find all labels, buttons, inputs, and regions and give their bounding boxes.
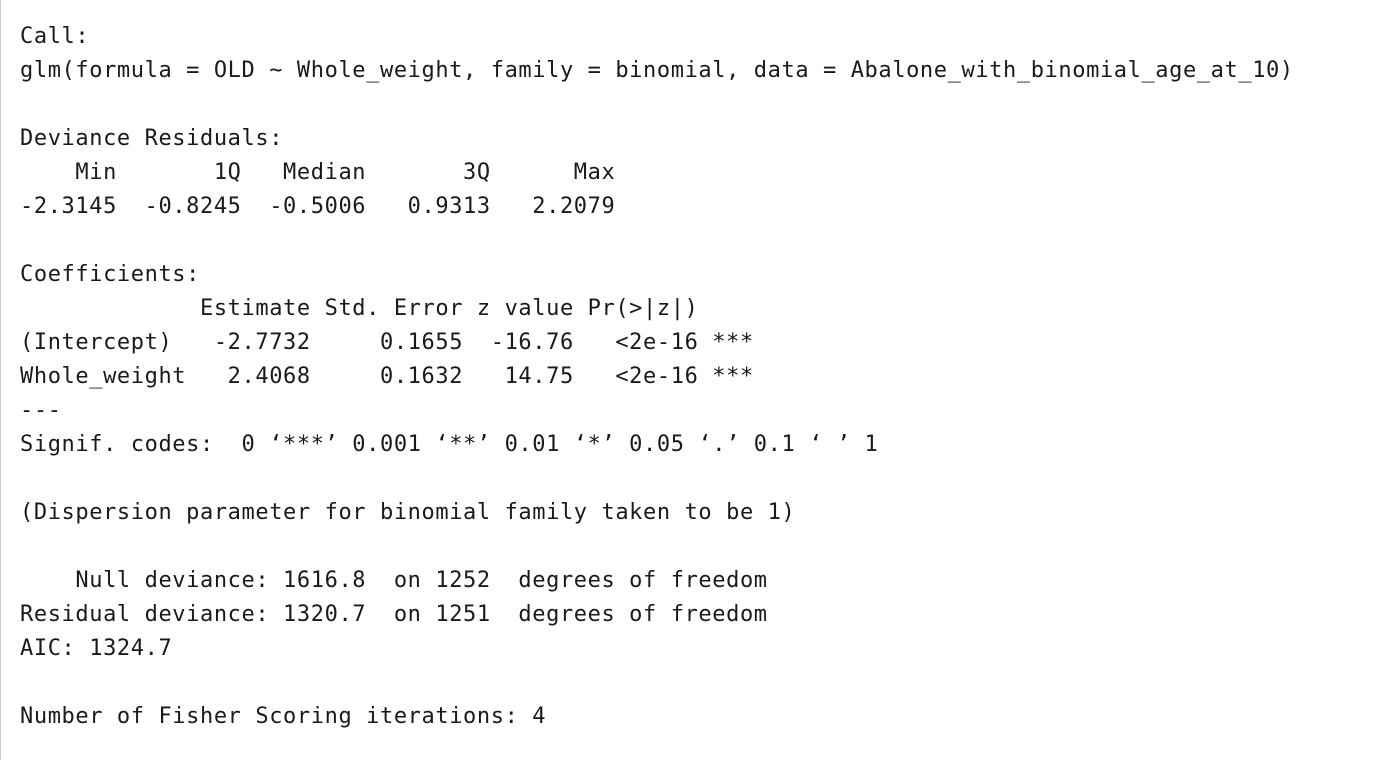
aic-value: AIC: 1324.7 [20, 636, 173, 661]
coefficients-column-headers: Estimate Std. Error z value Pr(>|z|) [20, 296, 754, 321]
signif-codes: Signif. codes: 0 ‘***’ 0.001 ‘**’ 0.01 ‘… [20, 432, 879, 457]
residual-deviance: Residual deviance: 1320.7 on 1251 degree… [20, 602, 768, 627]
r-console-output-panel: Call: glm(formula = OLD ~ Whole_weight, f… [0, 0, 1400, 760]
deviance-residuals-header: Deviance Residuals: [20, 126, 297, 151]
fisher-scoring-iterations: Number of Fisher Scoring iterations: 4 [20, 704, 547, 729]
deviance-residuals-values: -2.3145 -0.8245 -0.5006 0.9313 2.2079 [20, 194, 644, 219]
deviance-residuals-labels: Min 1Q Median 3Q Max [20, 160, 644, 185]
null-deviance: Null deviance: 1616.8 on 1252 degrees of… [20, 568, 768, 593]
coefficients-row-intercept: (Intercept) -2.7732 0.1655 -16.76 <2e-16… [20, 330, 754, 355]
call-formula: glm(formula = OLD ~ Whole_weight, family… [20, 58, 1294, 83]
coefficients-header: Coefficients: [20, 262, 200, 287]
separator-line: --- [20, 398, 62, 423]
glm-summary-output: Call: glm(formula = OLD ~ Whole_weight, f… [20, 20, 1294, 734]
coefficients-row-whole-weight: Whole_weight 2.4068 0.1632 14.75 <2e-16 … [20, 364, 754, 389]
dispersion-note: (Dispersion parameter for binomial famil… [20, 500, 796, 525]
call-header: Call: [20, 24, 90, 49]
